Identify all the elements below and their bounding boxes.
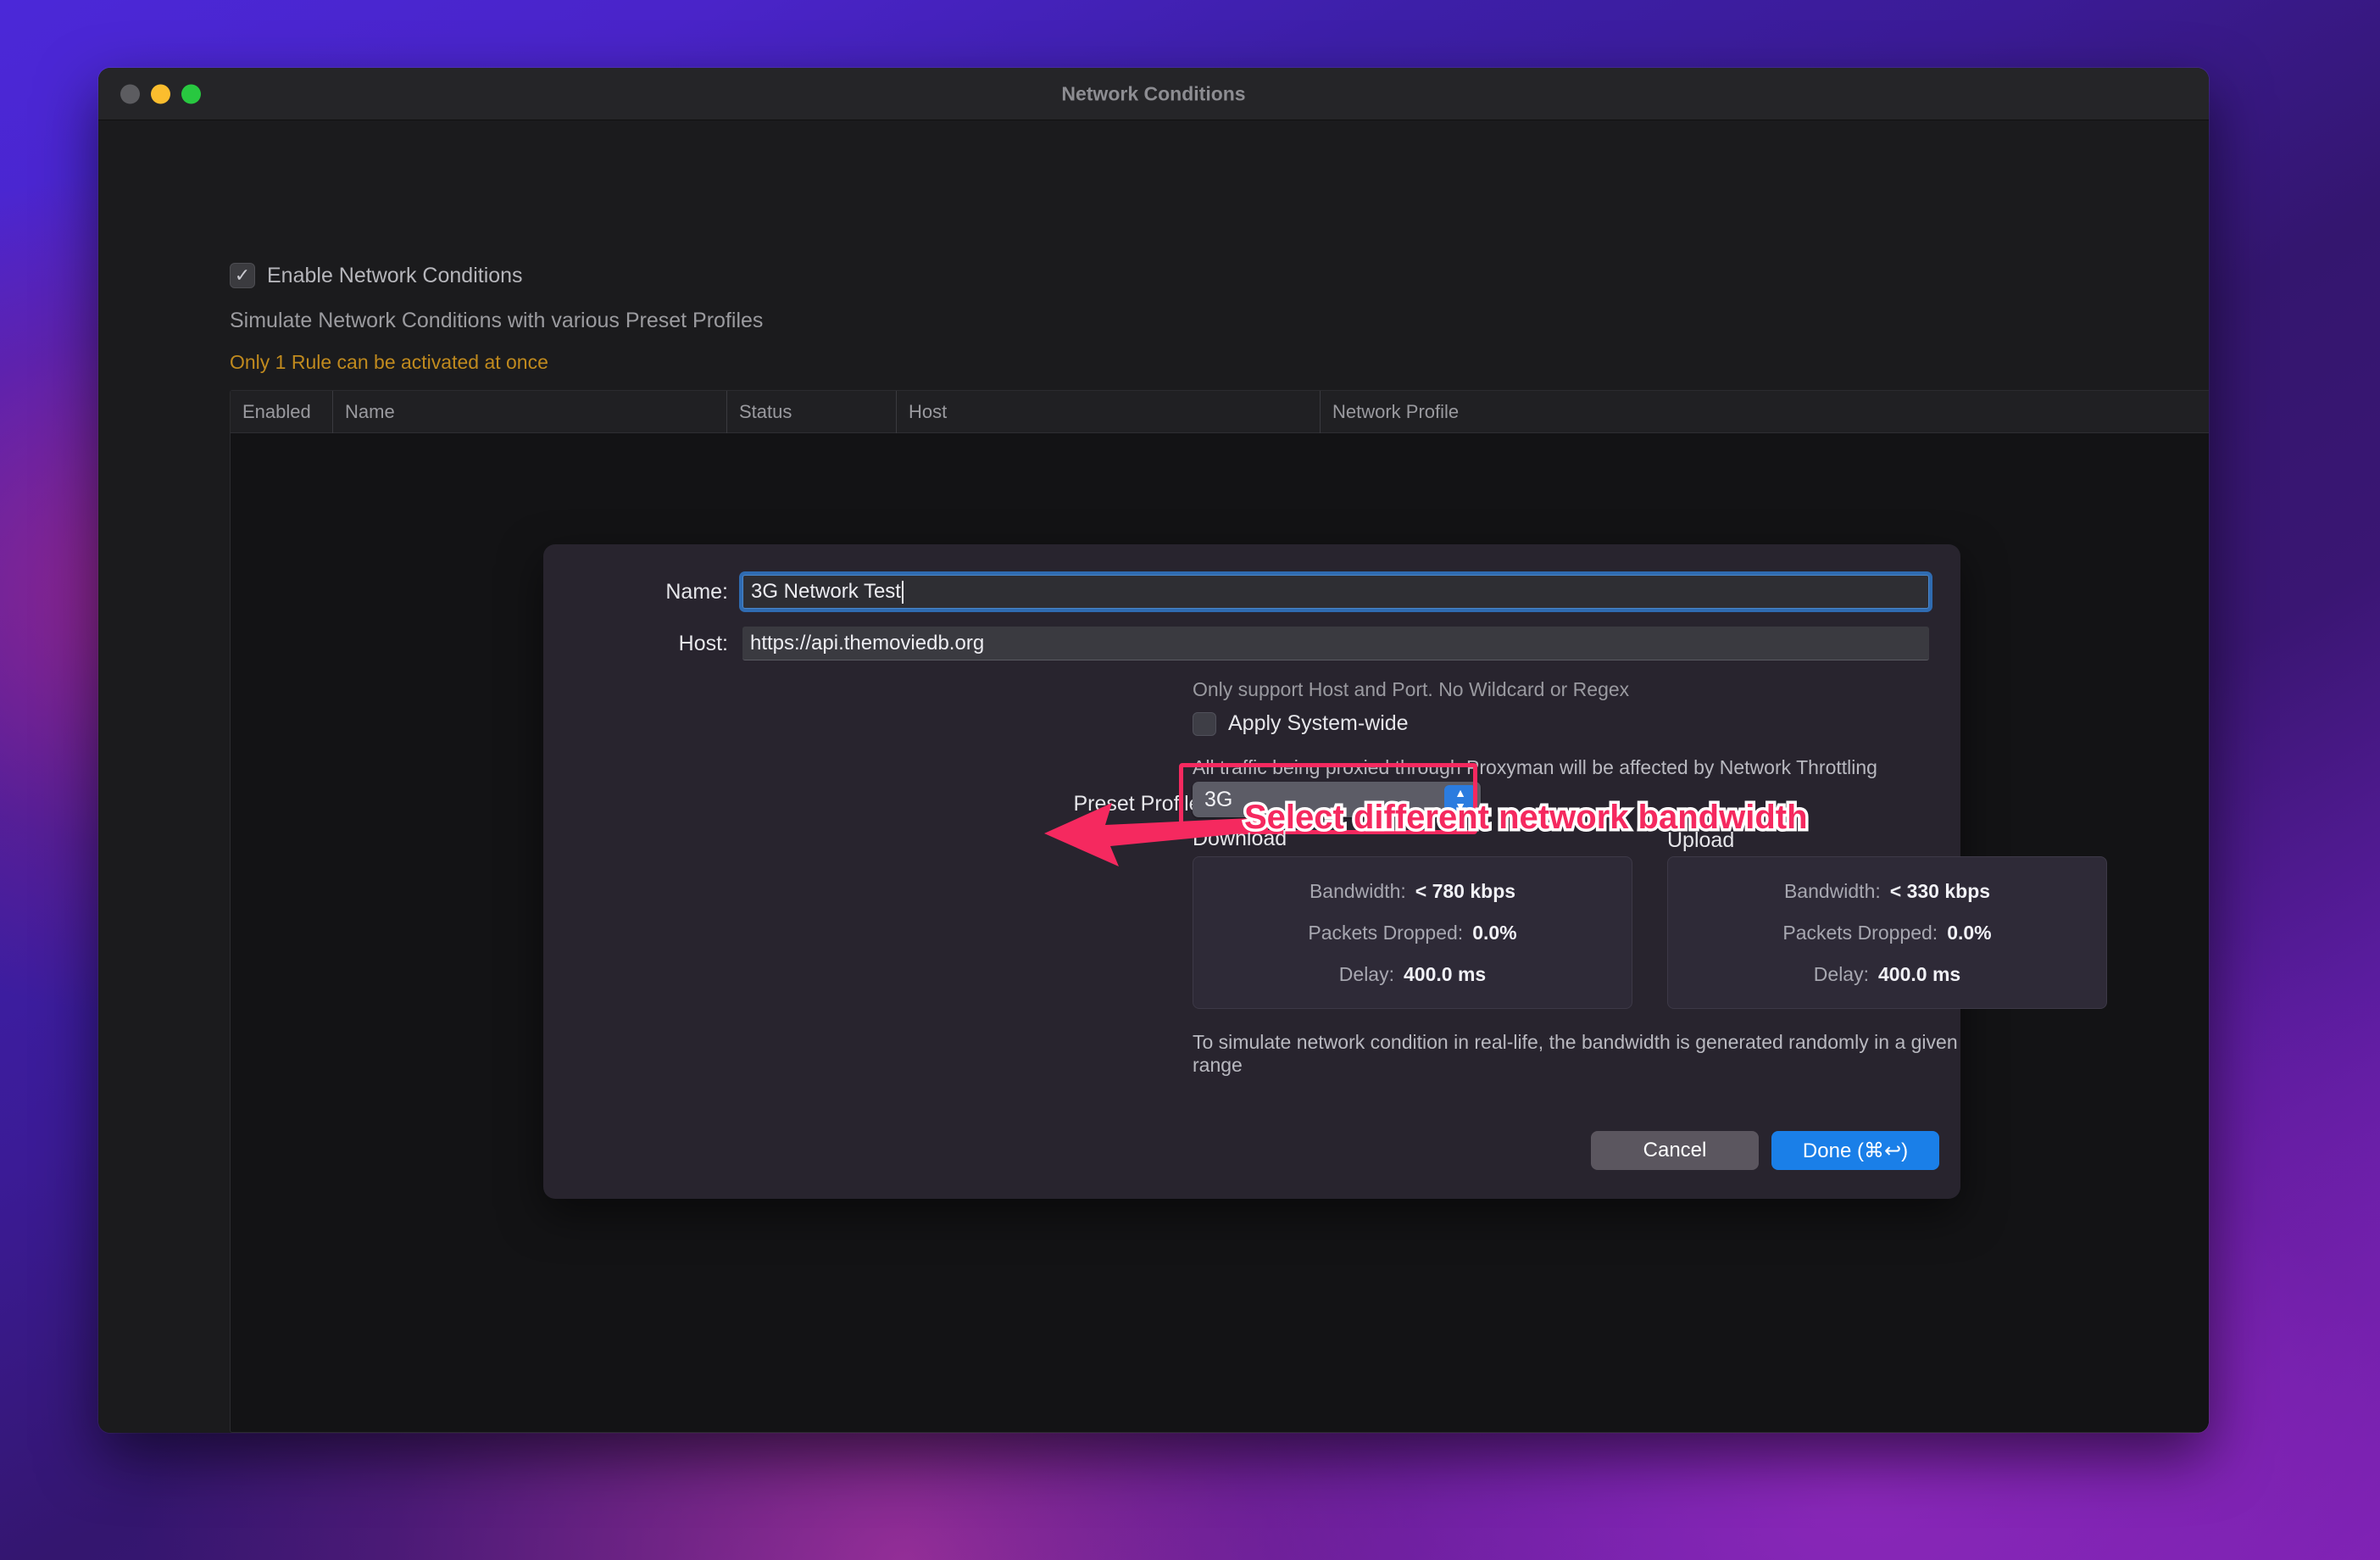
download-delay-key: Delay: xyxy=(1338,962,1394,985)
column-header-name[interactable]: Name xyxy=(332,391,726,433)
enable-network-conditions-label: Enable Network Conditions xyxy=(267,263,523,287)
column-header-enabled[interactable]: Enabled xyxy=(231,391,332,433)
apply-system-wide-row[interactable]: Apply System-wide xyxy=(1193,711,1409,736)
text-caret xyxy=(901,580,904,604)
upload-bandwidth-value: < 330 kbps xyxy=(1889,879,1991,902)
left-arrow-icon xyxy=(1044,803,1268,866)
download-delay-value: 400.0 ms xyxy=(1404,962,1487,985)
upload-delay-row: Delay: 400.0 ms xyxy=(1668,963,2106,986)
column-header-network-profile[interactable]: Network Profile xyxy=(1320,391,2209,433)
host-input[interactable]: https://api.themoviedb.org xyxy=(742,627,1929,660)
upload-bandwidth-row: Bandwidth: < 330 kbps xyxy=(1668,880,2106,903)
done-button[interactable]: Done (⌘↩) xyxy=(1771,1131,1939,1170)
download-bandwidth-value: < 780 kbps xyxy=(1415,879,1516,902)
download-bandwidth-key: Bandwidth: xyxy=(1309,879,1406,902)
warning-text: Only 1 Rule can be activated at once xyxy=(230,351,548,373)
upload-packets-value: 0.0% xyxy=(1947,921,1992,944)
window-title: Network Conditions xyxy=(1061,82,1246,104)
upload-bandwidth-key: Bandwidth: xyxy=(1783,879,1881,902)
network-conditions-window: Network Conditions ✓ Enable Network Cond… xyxy=(98,68,2209,1433)
column-header-status[interactable]: Status xyxy=(726,391,896,433)
upload-delay-value: 400.0 ms xyxy=(1878,962,1961,985)
name-label: Name: xyxy=(665,579,728,604)
chevron-up-glyph: ▲ xyxy=(1454,786,1466,800)
window-titlebar: Network Conditions xyxy=(98,68,2209,120)
download-packets-key: Packets Dropped: xyxy=(1308,921,1464,944)
upload-packets-key: Packets Dropped: xyxy=(1782,921,1938,944)
upload-stats-box: Bandwidth: < 330 kbps Packets Dropped: 0… xyxy=(1667,856,2107,1009)
empty-checkbox-icon[interactable] xyxy=(1193,711,1216,736)
host-hint-text: Only support Host and Port. No Wildcard … xyxy=(1193,678,1630,700)
column-header-host[interactable]: Host xyxy=(896,391,1320,433)
download-delay-row: Delay: 400.0 ms xyxy=(1193,963,1632,986)
upload-delay-key: Delay: xyxy=(1813,962,1869,985)
host-label: Host: xyxy=(678,631,728,655)
download-packets-value: 0.0% xyxy=(1472,921,1517,944)
apply-system-wide-label: Apply System-wide xyxy=(1228,711,1409,735)
checkmark-icon[interactable]: ✓ xyxy=(230,263,255,288)
download-packets-row: Packets Dropped: 0.0% xyxy=(1193,922,1632,944)
proxy-hint-text: All traffic being proxied through Proxym… xyxy=(1193,756,1877,778)
host-field-row: Host: https://api.themoviedb.org xyxy=(543,627,1960,660)
upload-packets-row: Packets Dropped: 0.0% xyxy=(1668,922,2106,944)
host-input-value: https://api.themoviedb.org xyxy=(750,631,985,655)
table-header-row: Enabled Name Status Host Network Profile xyxy=(231,391,2209,433)
cancel-button[interactable]: Cancel xyxy=(1591,1131,1759,1170)
name-input-value: 3G Network Test xyxy=(751,580,901,603)
random-bandwidth-hint: To simulate network condition in real-li… xyxy=(1193,1031,1958,1076)
annotation-text: Select different network bandwidth xyxy=(1242,796,1811,839)
window-body: ✓ Enable Network Conditions Simulate Net… xyxy=(98,120,2209,1433)
page-subtitle: Simulate Network Conditions with various… xyxy=(230,309,764,332)
enable-network-conditions-row[interactable]: ✓ Enable Network Conditions xyxy=(230,263,523,288)
name-field-row: Name: 3G Network Test xyxy=(543,575,1960,609)
name-input[interactable]: 3G Network Test xyxy=(742,575,1929,609)
